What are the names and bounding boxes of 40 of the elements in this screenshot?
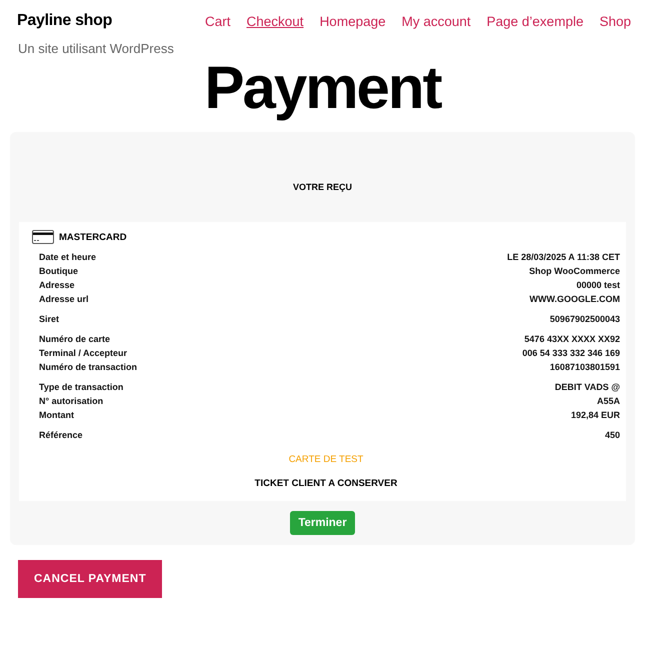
receipt-label: Référence bbox=[39, 430, 83, 440]
receipt-value: 50967902500043 bbox=[550, 314, 620, 324]
receipt-value: 192,84 EUR bbox=[570, 410, 620, 420]
page-title: Payment bbox=[203, 56, 442, 120]
receipt-value: WWW.GOOGLE.COM bbox=[530, 294, 620, 304]
receipt-label: Adresse url bbox=[39, 294, 89, 304]
receipt-label: Montant bbox=[39, 410, 74, 420]
receipt-value: LE 28/03/2025 A 11:38 CET bbox=[507, 252, 620, 262]
nav-link[interactable]: My account bbox=[402, 14, 471, 28]
nav-link[interactable]: Homepage bbox=[320, 14, 386, 28]
site-title: Payline shop bbox=[17, 12, 112, 30]
receipt-value: 16087103801591 bbox=[550, 362, 620, 372]
receipt-value: DEBIT VADS @ bbox=[554, 382, 620, 392]
receipt-value: 5476 43XX XXXX XX92 bbox=[524, 334, 620, 344]
receipt-label: Type de transaction bbox=[39, 382, 124, 392]
receipt-value: 00000 test bbox=[576, 280, 620, 290]
receipt-value: A55A bbox=[596, 396, 620, 406]
receipt-label: Numéro de carte bbox=[39, 334, 110, 344]
receipt-label: Boutique bbox=[39, 266, 78, 276]
receipt-heading: VOTRE REÇU bbox=[292, 182, 352, 192]
test-card-notice: CARTE DE TEST bbox=[288, 454, 364, 465]
nav-link[interactable]: Cart bbox=[205, 14, 231, 28]
receipt-label: Date et heure bbox=[39, 252, 96, 262]
receipt-label: Adresse bbox=[39, 280, 75, 290]
receipt-label: Terminal / Accepteur bbox=[39, 348, 128, 358]
receipt-value: 006 54 333 332 346 169 bbox=[522, 348, 620, 358]
receipt-value: 450 bbox=[604, 430, 620, 440]
nav-link[interactable]: Checkout bbox=[246, 14, 304, 28]
receipt-label: Numéro de transaction bbox=[39, 362, 138, 372]
receipt-footer: TICKET CLIENT A CONSERVER bbox=[32, 478, 620, 489]
cancel-payment-button[interactable]: CANCEL PAYMENT bbox=[18, 560, 162, 598]
finish-button[interactable]: Terminer bbox=[290, 511, 355, 535]
nav-link[interactable]: Shop bbox=[599, 14, 631, 28]
receipt-label: Siret bbox=[39, 314, 60, 324]
credit-card-icon bbox=[32, 230, 54, 244]
receipt-label: N° autorisation bbox=[39, 396, 104, 406]
nav-link[interactable]: Page d’exemple bbox=[486, 14, 584, 28]
site-tagline: Un site utilisant WordPress bbox=[18, 41, 175, 56]
card-type: MASTERCARD bbox=[59, 232, 127, 242]
receipt-value: Shop WooCommerce bbox=[529, 266, 620, 276]
